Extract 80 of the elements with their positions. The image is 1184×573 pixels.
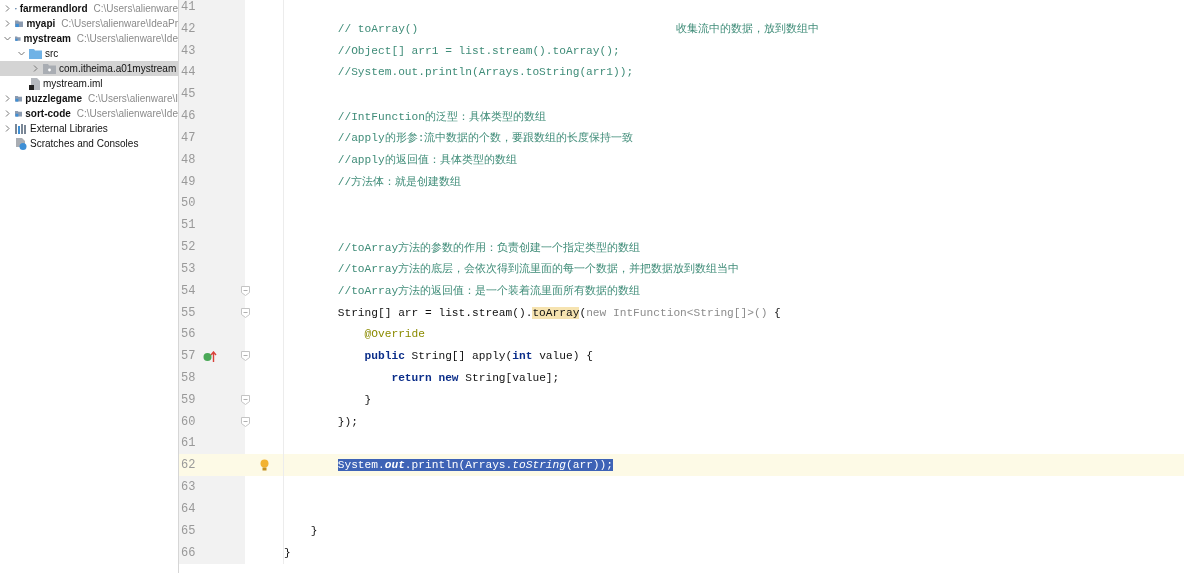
line-number: 60 <box>180 414 197 429</box>
code-line: // toArray() <box>336 22 419 35</box>
line-number: 56 <box>180 327 197 342</box>
line-number: 64 <box>180 501 197 516</box>
code-comment: 收集流中的数据，放到数组中 <box>676 22 820 37</box>
chevron-right-icon[interactable] <box>3 125 11 132</box>
line-number: 49 <box>180 174 197 189</box>
line-number: 41 <box>180 0 197 14</box>
line-number: 42 <box>180 21 197 36</box>
code-line: //toArray方法的返回值：是一个装着流里面所有数据的数组 <box>336 283 641 299</box>
line-number: 59 <box>180 392 197 407</box>
line-number: 47 <box>180 130 197 145</box>
fold-icon[interactable] <box>241 351 250 362</box>
fold-icon[interactable] <box>241 285 250 296</box>
chevron-right-icon[interactable] <box>3 95 11 102</box>
tree-item[interactable]: com.itheima.a01mystream <box>0 61 178 76</box>
package-folder-icon <box>43 63 56 74</box>
tree-item[interactable]: farmerandlord C:\Users\alienware <box>0 1 178 16</box>
line-number: 43 <box>180 43 197 58</box>
code-line: //toArray方法的底层，会依次得到流里面的每一个数据，并把数据放到数组当中 <box>336 262 740 277</box>
line-number: 53 <box>180 261 197 276</box>
chevron-right-icon[interactable] <box>3 110 11 117</box>
code-line: String[] arr = list.stream().toArray(new IntFunction<String[]>() { <box>336 306 781 319</box>
line-number: 62 <box>180 458 197 473</box>
line-number: 55 <box>180 305 197 320</box>
line-number: 58 <box>180 371 197 385</box>
lightbulb-icon[interactable] <box>259 459 269 472</box>
project-path: C:\Users\alienware\IdeaPr <box>61 18 178 29</box>
file-icon <box>29 77 40 90</box>
code-line: //Object[] arr1 = list.stream().toArray(); <box>336 44 620 57</box>
folder-icon <box>29 48 42 59</box>
line-number: 65 <box>180 523 197 538</box>
line-number: 45 <box>180 87 197 102</box>
tree-item[interactable]: src <box>0 46 178 61</box>
line-number: 63 <box>180 480 197 495</box>
line-number: 57 <box>180 349 197 364</box>
line-number: 54 <box>180 283 197 298</box>
code-line: } <box>284 546 291 559</box>
code-line: //apply的返回值：具体类型的数组 <box>336 153 517 168</box>
fold-icon[interactable] <box>241 416 250 427</box>
code-line: } <box>363 393 372 406</box>
chevron-down-icon[interactable] <box>3 35 11 42</box>
line-number: 51 <box>180 218 197 233</box>
tree-item[interactable]: External Libraries <box>0 121 178 136</box>
tree-item[interactable]: mystream.iml <box>0 76 178 91</box>
project-path: C:\Users\alienware\Ide <box>76 33 178 44</box>
tree-item[interactable]: mystream C:\Users\alienware\Ide <box>0 31 178 46</box>
fold-icon[interactable] <box>241 394 250 405</box>
line-number: 50 <box>180 196 197 211</box>
code-line: //方法体：就是创建数组 <box>336 175 462 190</box>
library-bars-icon <box>15 123 27 134</box>
project-path: C:\Users\alienware <box>93 3 178 14</box>
code-line: }); <box>336 415 358 428</box>
line-number: 44 <box>180 65 197 80</box>
chevron-right-icon[interactable] <box>3 20 11 27</box>
code-line: //System.out.println(Arrays.toString(arr1)); <box>336 66 634 79</box>
code-line: //IntFunction的泛型：具体类型的数组 <box>336 109 546 124</box>
scratch-file-icon <box>15 137 27 150</box>
chevron-right-icon[interactable] <box>3 5 11 12</box>
project-path: C:\Users\alienware\I <box>87 93 178 104</box>
code-line: } <box>309 524 318 537</box>
code-line: @Override <box>363 328 425 341</box>
override-method-icon[interactable] <box>203 350 217 362</box>
chevron-right-icon[interactable] <box>31 65 39 72</box>
code-line: return new String[value]; <box>390 372 560 384</box>
tree-item[interactable]: myapi C:\Users\alienware\IdeaPr <box>0 16 178 31</box>
chevron-down-icon[interactable] <box>17 50 25 57</box>
fold-icon[interactable] <box>241 307 250 318</box>
code-line: //apply的形参:流中数据的个数，要跟数组的长度保持一致 <box>336 131 634 146</box>
line-number: 61 <box>180 436 197 451</box>
code-line: //toArray方法的参数的作用：负责创建一个指定类型的数组 <box>336 240 641 255</box>
line-number: 52 <box>180 240 197 254</box>
code-line: public String[] apply(int value) { <box>363 350 593 363</box>
tree-item[interactable]: puzzlegame C:\Users\alienware\I <box>0 91 178 106</box>
line-number: 48 <box>180 152 197 167</box>
tree-item[interactable]: sort-code C:\Users\alienware\Ide <box>0 106 178 121</box>
tree-item[interactable]: Scratches and Consoles <box>0 136 178 151</box>
line-number: 46 <box>180 109 197 124</box>
line-number: 66 <box>180 545 197 560</box>
project-path: C:\Users\alienware\Ide <box>76 108 178 119</box>
